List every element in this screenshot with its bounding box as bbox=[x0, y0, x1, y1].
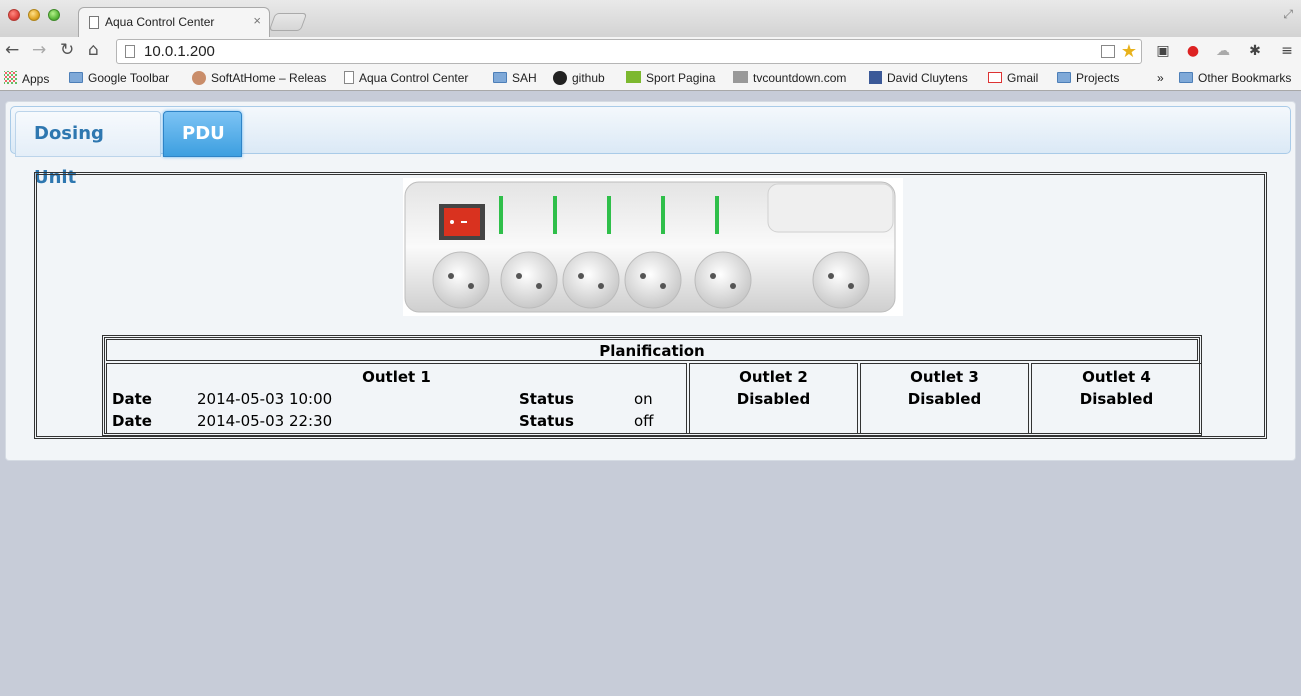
status-value: on bbox=[634, 390, 653, 408]
forward-icon[interactable]: → bbox=[32, 40, 46, 60]
date-value: 2014-05-03 22:30 bbox=[197, 412, 333, 430]
reader-icon[interactable] bbox=[1101, 45, 1115, 58]
outlet-1-cell: Outlet 1 Date 2014-05-03 10:00 Status on… bbox=[106, 363, 687, 434]
tab-pdu[interactable]: PDU bbox=[163, 111, 242, 157]
status-label: Status bbox=[519, 390, 574, 408]
window-titlebar: Aqua Control Center × ⤢ bbox=[0, 0, 1301, 37]
zoom-window-button[interactable] bbox=[48, 9, 60, 21]
outlet-3-cell: Outlet 3 Disabled bbox=[860, 363, 1029, 434]
bookmark-github[interactable]: github bbox=[553, 71, 605, 85]
bookmark-google-toolbar[interactable]: Google Toolbar bbox=[69, 71, 169, 85]
date-label: Date bbox=[112, 390, 152, 408]
avatar-icon bbox=[192, 71, 206, 85]
tab-title: Aqua Control Center bbox=[105, 15, 215, 29]
new-tab-button[interactable] bbox=[268, 13, 308, 31]
bookmark-softathome[interactable]: SoftAtHome – Releas bbox=[192, 71, 328, 85]
bookmark-tvcountdown[interactable]: tvcountdown.com bbox=[733, 71, 846, 85]
address-bar[interactable]: 10.0.1.200 ★ bbox=[116, 39, 1142, 64]
facebook-icon bbox=[869, 71, 882, 84]
outlet-3-title: Outlet 3 bbox=[910, 368, 979, 386]
close-tab-icon[interactable]: × bbox=[253, 13, 261, 28]
github-icon bbox=[553, 71, 567, 85]
back-icon[interactable]: ← bbox=[5, 40, 19, 60]
bookmark-projects[interactable]: Projects bbox=[1057, 71, 1119, 85]
page-icon bbox=[89, 16, 99, 29]
power-strip-image bbox=[403, 178, 903, 316]
page-icon bbox=[125, 45, 135, 58]
outlet-2-status: Disabled bbox=[736, 390, 811, 408]
tv-icon bbox=[733, 71, 748, 83]
bug-icon[interactable]: ✱ bbox=[1246, 42, 1264, 60]
outlet-2-title: Outlet 2 bbox=[739, 368, 808, 386]
date-label: Date bbox=[112, 412, 152, 430]
bookmark-apps[interactable]: Apps bbox=[4, 71, 49, 86]
extension-icon[interactable]: ▣ bbox=[1154, 42, 1172, 60]
home-icon[interactable]: ⌂ bbox=[88, 40, 99, 60]
outlet-2-cell: Outlet 2 Disabled bbox=[689, 363, 858, 434]
outlet-4-cell: Outlet 4 Disabled bbox=[1031, 363, 1202, 434]
minimize-window-button[interactable] bbox=[28, 9, 40, 21]
bookmark-aqua-control-center[interactable]: Aqua Control Center bbox=[344, 71, 468, 85]
page-icon bbox=[344, 71, 354, 84]
bookmark-gmail[interactable]: Gmail bbox=[988, 71, 1038, 85]
msp-icon bbox=[626, 71, 641, 83]
folder-icon bbox=[1057, 72, 1071, 83]
date-value: 2014-05-03 10:00 bbox=[197, 390, 333, 408]
outlet-3-status: Disabled bbox=[907, 390, 982, 408]
tabs-panel: Dosing Unit PDU Planification Outlet 1 D… bbox=[5, 101, 1296, 461]
adblock-icon[interactable]: ● bbox=[1184, 42, 1202, 60]
browser-toolbar: ← → ↻ ⌂ 10.0.1.200 ★ ▣ ● ☁ ✱ ≡ bbox=[0, 37, 1301, 66]
bookmarks-overflow-button[interactable]: » bbox=[1157, 71, 1164, 85]
fullscreen-icon[interactable]: ⤢ bbox=[1283, 7, 1293, 22]
pdu-table: Planification Outlet 1 Date 2014-05-03 1… bbox=[34, 172, 1267, 439]
bookmark-sport-pagina[interactable]: Sport Pagina bbox=[626, 71, 715, 85]
bookmarks-bar: Apps Google Toolbar SoftAtHome – Releas … bbox=[0, 66, 1301, 91]
close-window-button[interactable] bbox=[8, 9, 20, 21]
bookmark-other-bookmarks[interactable]: Other Bookmarks bbox=[1179, 71, 1291, 85]
planification-table: Planification Outlet 1 Date 2014-05-03 1… bbox=[102, 335, 1202, 436]
tab-dosing-unit[interactable]: Dosing Unit bbox=[15, 111, 161, 188]
folder-icon bbox=[69, 72, 83, 83]
menu-icon[interactable]: ≡ bbox=[1278, 42, 1296, 60]
folder-icon bbox=[1179, 72, 1193, 83]
outlet-4-title: Outlet 4 bbox=[1082, 368, 1151, 386]
outlet-4-status: Disabled bbox=[1079, 390, 1154, 408]
schedule-row: Date 2014-05-03 10:00 Status on bbox=[112, 390, 682, 410]
bookmark-david-cluytens[interactable]: David Cluytens bbox=[869, 71, 968, 85]
browser-tab[interactable]: Aqua Control Center × bbox=[78, 7, 270, 37]
gmail-icon bbox=[988, 72, 1002, 83]
reload-icon[interactable]: ↻ bbox=[60, 40, 74, 60]
status-value: off bbox=[634, 412, 654, 430]
tab-bar: Dosing Unit PDU bbox=[10, 106, 1291, 188]
bookmark-sah[interactable]: SAH bbox=[493, 71, 537, 85]
planification-header: Planification bbox=[106, 339, 1198, 361]
url-text[interactable]: 10.0.1.200 bbox=[144, 43, 215, 60]
status-label: Status bbox=[519, 412, 574, 430]
apps-icon bbox=[4, 71, 17, 84]
outlet-1-title: Outlet 1 bbox=[362, 368, 431, 386]
cloud-icon[interactable]: ☁ bbox=[1214, 42, 1232, 60]
bookmark-star-icon[interactable]: ★ bbox=[1121, 41, 1137, 62]
folder-icon bbox=[493, 72, 507, 83]
schedule-row: Date 2014-05-03 22:30 Status off bbox=[112, 412, 682, 432]
